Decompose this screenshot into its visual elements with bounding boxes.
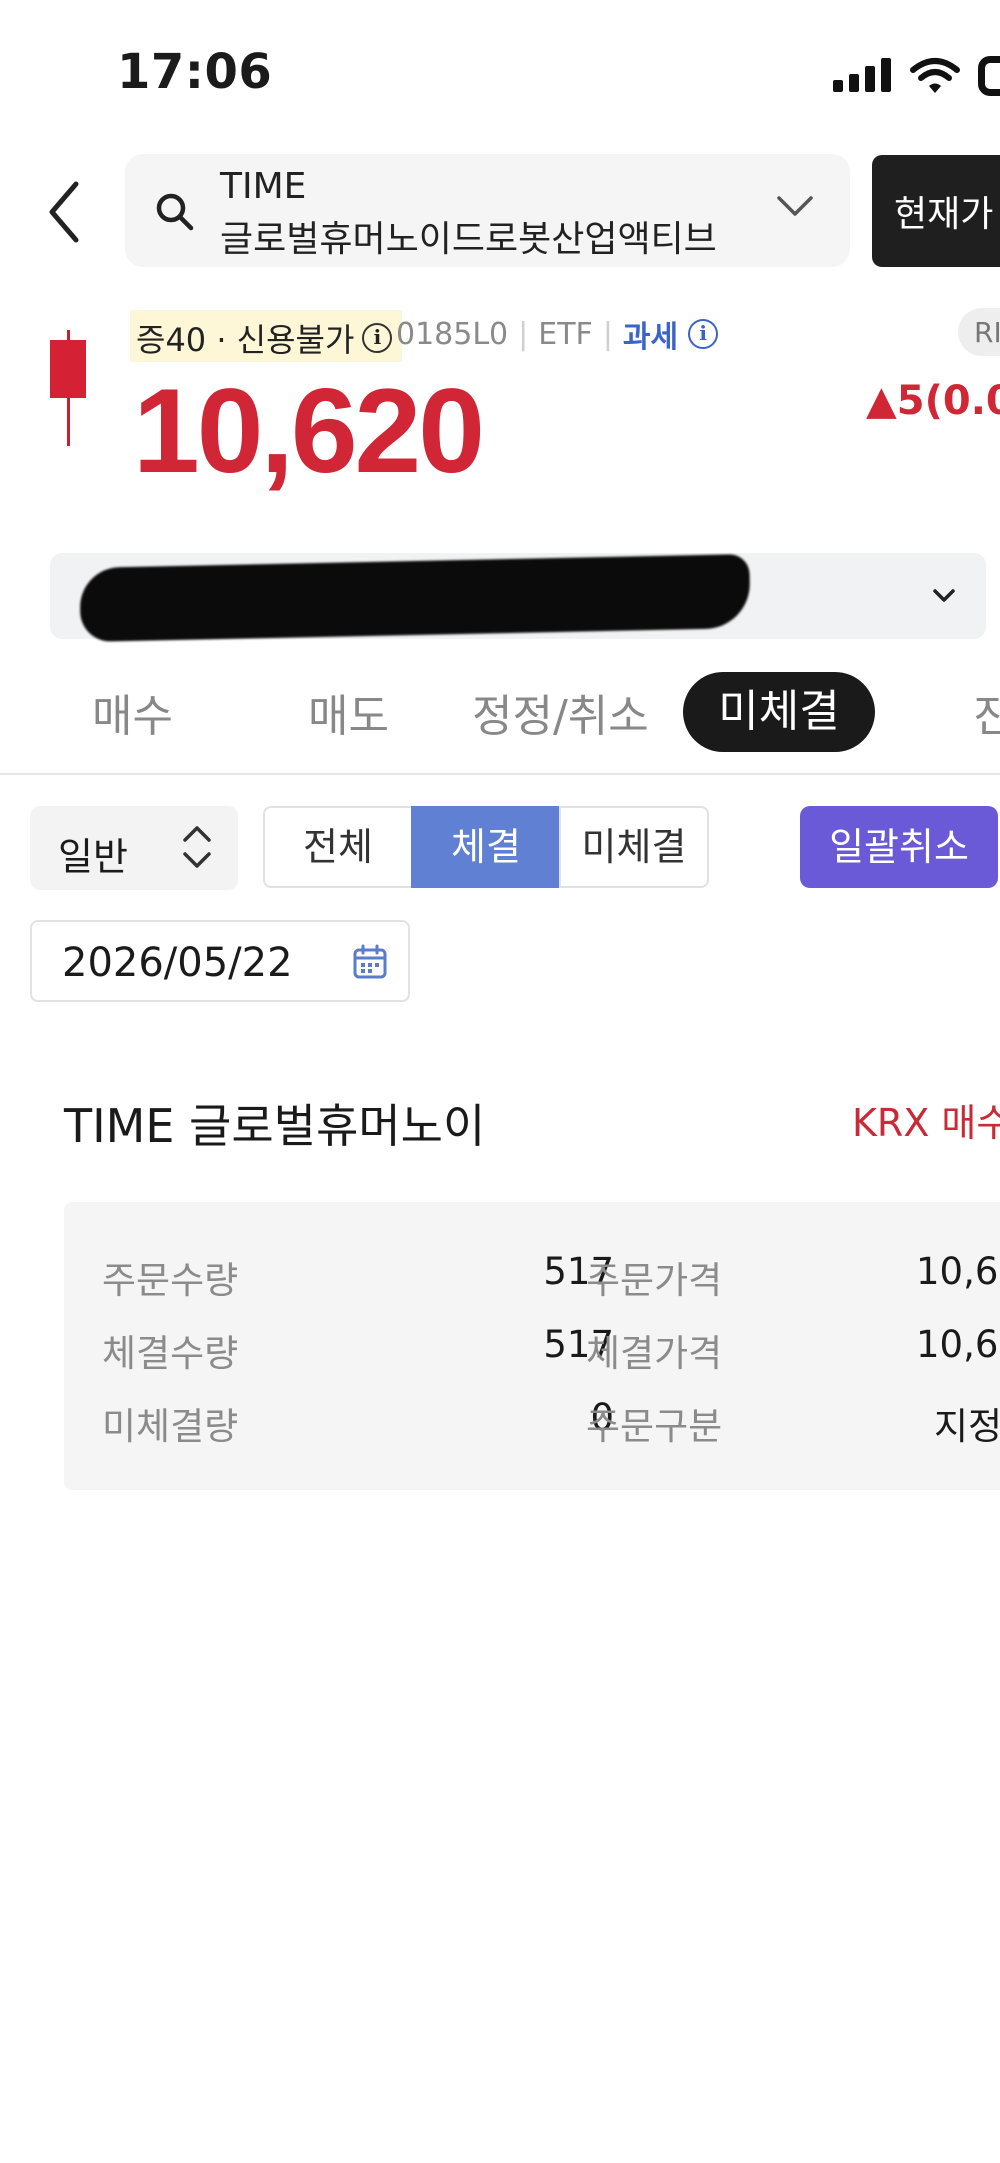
filled-price-label: 체결가격 [586,1332,723,1375]
order-side: KRX 매수 [852,1101,1000,1145]
order-kind-value: 지정 [934,1405,1000,1448]
filled-qty-label: 체결수량 [102,1332,239,1375]
unfilled-qty-label: 미체결량 [102,1405,239,1448]
order-kind-label: 주문구분 [586,1405,723,1448]
tab-divider [0,773,1000,775]
current-price: 10,620 [133,364,485,498]
divider: | [602,316,613,352]
price-change: ▲5(0.0 [866,378,1000,424]
tax-info-icon[interactable]: i [688,319,719,349]
tax-label[interactable]: 과세 [623,312,678,356]
tab-buy[interactable]: 매수 [92,680,173,744]
candle-icon [50,340,86,398]
info-icon[interactable]: i [362,323,393,353]
status-time: 17:06 [117,44,273,100]
tab-next[interactable]: 진 [973,680,1000,744]
tab-sell[interactable]: 매도 [308,680,389,744]
filled-price-value: 10,60 [916,1323,1000,1366]
bulk-cancel-button[interactable]: 일괄취소 [800,806,998,888]
margin-badge[interactable]: 증40 · 신용불가 i [130,310,403,362]
chevron-down-icon [777,196,813,216]
order-card[interactable]: 주문수량 517 주문가격 10,60 체결수량 517 체결가격 10,60 … [64,1202,1000,1490]
order-price-value: 10,60 [916,1250,1000,1293]
current-price-button[interactable]: 현재가 [872,155,1000,267]
date-value: 2026/05/22 [62,940,293,986]
redaction-mark [79,553,751,643]
stock-search-box[interactable]: TIME 글로벌휴머노이드로봇산업액티브 [125,154,850,267]
stock-meta: 0185L0 | ETF | 과세 i [396,312,719,356]
updown-chevron-icon [183,826,211,868]
stock-name-line1: TIME [220,166,307,207]
filter-all-button[interactable]: 전체 [263,806,413,888]
order-type-value: 일반 [58,835,128,879]
battery-icon [978,56,1000,96]
wifi-icon [910,58,960,93]
stock-name-line2: 글로벌휴머노이드로봇산업액티브 [220,219,717,260]
back-icon[interactable] [40,174,100,250]
tab-unfilled[interactable]: 미체결 [683,672,875,752]
order-price-label: 주문가격 [586,1259,723,1302]
tab-modify-cancel[interactable]: 정정/취소 [472,680,649,744]
stock-code: 0185L0 [396,316,509,352]
margin-badge-label: 증40 · 신용불가 [136,321,355,359]
filter-filled-button[interactable]: 체결 [411,806,561,888]
order-qty-label: 주문수량 [102,1259,239,1302]
chevron-down-icon [933,589,955,602]
account-selector[interactable] [50,553,986,643]
calendar-icon [353,944,387,979]
divider: | [518,316,529,352]
date-picker[interactable]: 2026/05/22 [30,920,410,1002]
filter-unfilled-button[interactable]: 미체결 [559,806,709,888]
signal-icon [833,58,891,92]
stock-type: ETF [538,316,593,352]
order-type-select[interactable]: 일반 [30,806,238,890]
search-icon [156,193,194,231]
risk-chip[interactable]: RI [958,308,1000,356]
order-stock-name: TIME 글로벌휴머노이 [64,1099,486,1153]
